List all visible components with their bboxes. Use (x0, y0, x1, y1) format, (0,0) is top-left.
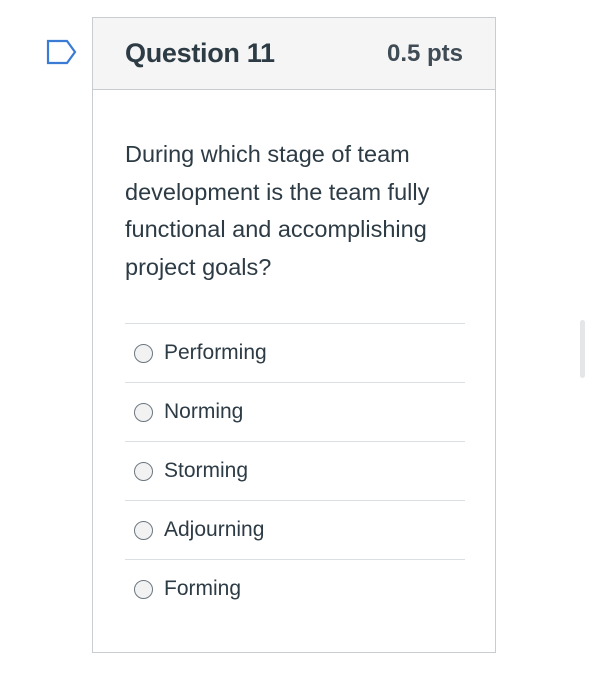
answer-option-forming[interactable]: Forming (125, 559, 465, 618)
question-title: Question 11 (125, 38, 275, 68)
radio-unchecked-icon[interactable] (134, 579, 153, 599)
radio-unchecked-icon[interactable] (134, 461, 153, 481)
question-card: Question 11 0.5 pts During which stage o… (92, 17, 496, 653)
answer-list: Performing Norming Storming Adjourning F… (125, 323, 465, 618)
answer-option-norming[interactable]: Norming (125, 382, 465, 441)
radio-unchecked-icon[interactable] (134, 402, 153, 422)
quiz-page: Question 11 0.5 pts During which stage o… (0, 0, 590, 700)
flag-question-icon[interactable] (46, 39, 78, 65)
question-body: During which stage of team development i… (93, 90, 495, 618)
scrollbar-thumb[interactable] (580, 320, 585, 378)
answer-label: Adjourning (164, 518, 265, 541)
question-text: During which stage of team development i… (125, 141, 430, 280)
answer-label: Norming (164, 400, 244, 423)
answer-label: Storming (164, 459, 249, 482)
question-points: 0.5 pts (386, 39, 463, 67)
answer-option-storming[interactable]: Storming (125, 441, 465, 500)
answer-option-performing[interactable]: Performing (125, 323, 465, 382)
answer-label: Performing (164, 341, 267, 364)
answer-option-adjourning[interactable]: Adjourning (125, 500, 465, 559)
radio-unchecked-icon[interactable] (134, 343, 153, 363)
answer-label: Forming (164, 577, 242, 600)
question-header: Question 11 0.5 pts (93, 18, 495, 90)
radio-unchecked-icon[interactable] (134, 520, 153, 540)
